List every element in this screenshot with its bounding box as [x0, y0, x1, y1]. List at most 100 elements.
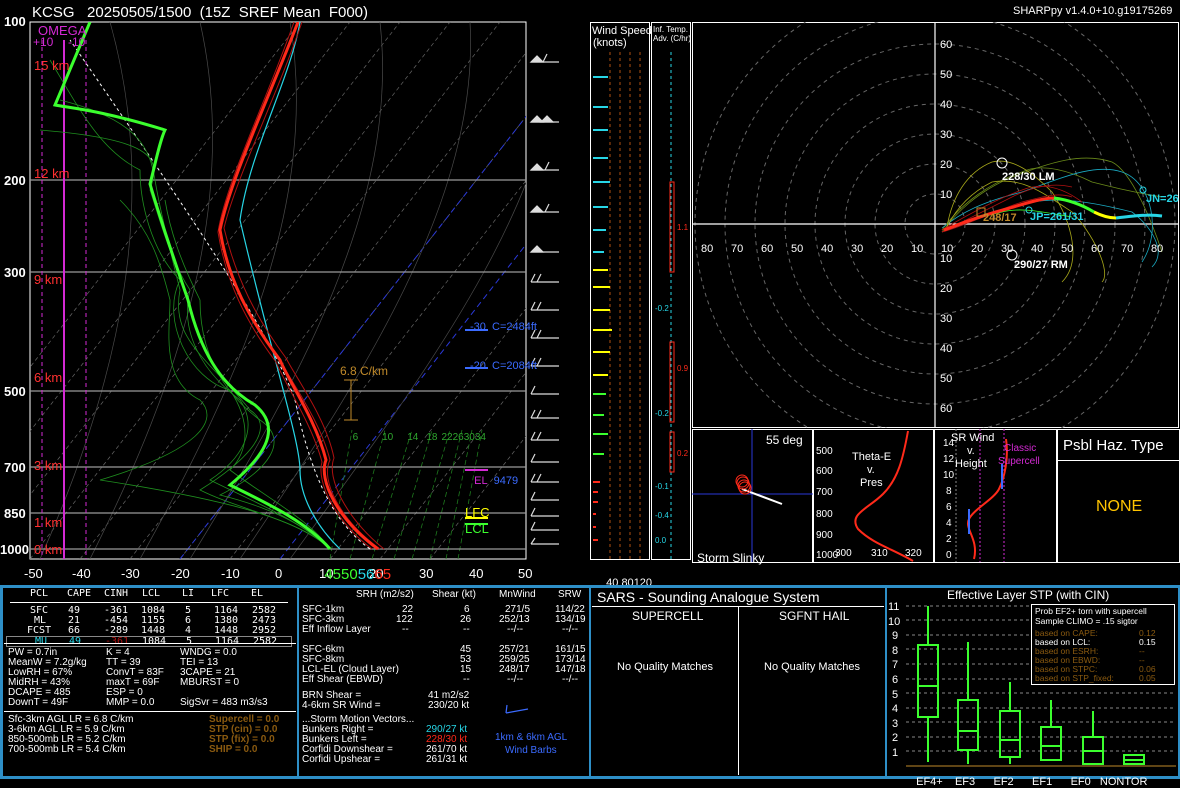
- hodo-x: 40: [1031, 243, 1044, 255]
- hodo-x: 10: [941, 243, 954, 255]
- height-label-15km: 15 km: [34, 58, 70, 73]
- cell: 66: [68, 625, 81, 636]
- inferred-temp-adv-panel: [651, 22, 691, 560]
- ita-val: -0.2: [655, 409, 669, 418]
- m20-annotation: -20 C=2084ft: [470, 360, 537, 372]
- cell: 49: [69, 636, 82, 647]
- sr-wind-panel: [934, 429, 1057, 563]
- pressure-label-700: 700: [4, 460, 26, 475]
- ita-val: 0.2: [677, 449, 689, 458]
- temp-axis-m30: -30: [121, 566, 140, 581]
- mr-label: 14: [407, 432, 419, 443]
- theta-e-x320: 320: [905, 548, 922, 559]
- hodo-x: 60: [761, 243, 774, 255]
- el-label: EL: [474, 475, 488, 487]
- pressure-label-200: 200: [4, 173, 26, 188]
- stp-legend-title-2: Sample CLIMO = .15 sigtor: [1035, 616, 1138, 626]
- theta-e-p600: 600: [816, 466, 833, 477]
- lfc-label: LFC: [465, 505, 490, 520]
- sfc-wetbulb-temp: 50: [341, 566, 358, 583]
- stp-y: 4: [892, 703, 899, 716]
- hazard-title: Psbl Haz. Type: [1063, 437, 1164, 454]
- stp-cat: EF2: [993, 776, 1014, 788]
- sr-wind-classic-2: Supercell: [998, 456, 1040, 467]
- cell: 1164: [215, 636, 240, 647]
- stp-legend-stpfixed-val: 0.05: [1139, 673, 1156, 683]
- hodo-x: 60: [1091, 243, 1104, 255]
- hodo-x: 40: [821, 243, 834, 255]
- temp-axis-50: 50: [518, 566, 533, 581]
- sr-wind-title-3: Height: [955, 458, 987, 470]
- sr-wind-title-2: v.: [967, 445, 975, 457]
- hodo-y-30: 30: [940, 129, 953, 141]
- stp-y: 5: [892, 688, 899, 701]
- stp-y: 9: [892, 630, 899, 643]
- parcel-row-selected[interactable]: MU 49 -361 1084 5 1164 2582: [6, 636, 292, 647]
- height-label-1km: 1 km: [34, 515, 63, 530]
- agl-wind-barbs-icon: [505, 704, 529, 714]
- height-label-6km: 6 km: [34, 370, 63, 385]
- height-label-9km: 9 km: [34, 272, 63, 287]
- height-label-3km: 3 km: [34, 458, 63, 473]
- cell: -289: [104, 625, 129, 636]
- lapse-rate: 700-500mb LR = 5.4 C/km: [8, 744, 126, 755]
- mr-label: 22: [441, 432, 453, 443]
- stp-legend: Prob EF2+ torn with supercell Sample CLI…: [1031, 604, 1175, 685]
- wind-speed-units: (knots): [593, 37, 627, 49]
- stp-y-axis: 11 10 9 8 7 6 5 4 3 2 1: [888, 600, 900, 761]
- sr-wind-46-label: 4-6km SR Wind =: [302, 700, 381, 711]
- pressure-label-1000: 1000: [0, 542, 29, 557]
- height-label-0km: 0 km: [34, 542, 63, 557]
- hodo-y-m40: 40: [940, 343, 953, 355]
- theta-e-x310: 310: [871, 548, 888, 559]
- wind-barbs: [529, 53, 559, 545]
- hodo-y-60: 60: [940, 39, 953, 51]
- stp-y: 3: [892, 717, 899, 730]
- sfc-dewpoint: 45: [324, 566, 342, 583]
- stp-y: 7: [892, 659, 899, 672]
- hodo-x: 20: [881, 243, 894, 255]
- mr-label: 26: [452, 432, 464, 443]
- skewt-diagram[interactable]: [0, 0, 590, 585]
- temp-axis-m20: -20: [171, 566, 190, 581]
- hodo-x: 70: [1121, 243, 1134, 255]
- sars-title: SARS - Sounding Analogue System: [597, 589, 820, 605]
- agl-barbs-caption-2: Wind Barbs: [505, 745, 557, 756]
- pressure-label-100: 100: [4, 14, 26, 29]
- sr-wind-46-value: 230/20 kt: [428, 700, 470, 711]
- sr-h-0: 0: [946, 550, 952, 561]
- hodo-y-m60: 60: [940, 403, 953, 415]
- motion-label: Corfidi Upshear =: [302, 754, 381, 765]
- col-header: LFC: [211, 588, 230, 599]
- idx: SigSvr = 483 m3/s3: [180, 697, 268, 708]
- stp-y: 6: [892, 673, 899, 686]
- pressure-label-500: 500: [4, 384, 26, 399]
- hodo-jp-label: JP=261/31: [1030, 211, 1084, 223]
- hodo-y-20: 20: [940, 159, 953, 171]
- stp-x-labels: EF4+ EF3 EF2 EF1 EF0 NONTOR: [910, 766, 1147, 788]
- wind-speed-panel: [590, 22, 650, 560]
- col-header: CAPE: [67, 588, 92, 599]
- hodo-x: 80: [701, 243, 714, 255]
- sars-supercell-title: SUPERCELL: [632, 609, 704, 623]
- cell: 1448: [141, 625, 166, 636]
- cell: --: [402, 624, 409, 635]
- sars-hail-result: No Quality Matches: [764, 661, 860, 673]
- cell: --/--: [562, 624, 579, 635]
- kin-header: SRW: [558, 589, 582, 600]
- sr-wind-title-1: SR Wind: [951, 432, 995, 444]
- parcel-row[interactable]: FCST 66 -289 1448 4 1448 2952: [4, 626, 294, 636]
- hazard-value: NONE: [1096, 498, 1143, 515]
- version-label: SHARPpy v1.4.0+10.g19175269: [1013, 5, 1173, 17]
- sr-h-6: 6: [946, 502, 952, 513]
- height-label-12km: 12 km: [34, 166, 70, 181]
- stp-legend-title-1: Prob EF2+ torn with supercell: [1035, 606, 1147, 616]
- cell: 1448: [214, 625, 239, 636]
- kin-header: Shear (kt): [432, 589, 476, 600]
- omega-plus-label: +10: [33, 35, 54, 49]
- storm-slinky-panel: [692, 429, 813, 563]
- hodograph[interactable]: [692, 22, 1180, 430]
- kin-header: SRH (m2/s2): [356, 589, 414, 600]
- kin-header: MnWind: [499, 589, 536, 600]
- mr-label: 18: [426, 432, 438, 443]
